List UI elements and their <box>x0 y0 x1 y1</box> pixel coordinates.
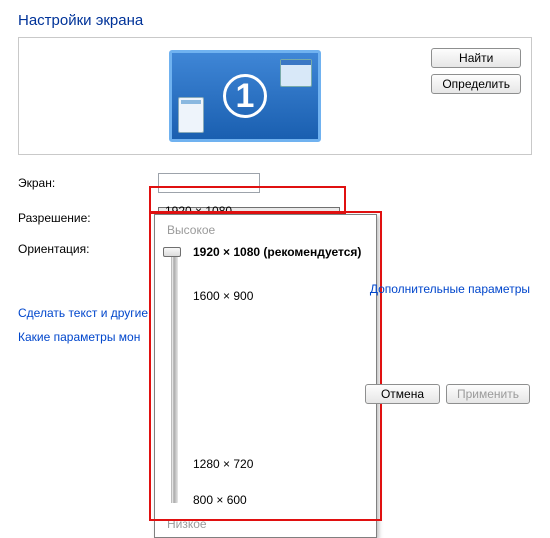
monitor-preview-1[interactable]: 1 <box>169 50 321 142</box>
identify-button[interactable]: Определить <box>431 74 521 94</box>
resolution-dropdown-panel: Высокое 1920 × 1080 (рекомендуется) 1600… <box>154 214 377 538</box>
resolution-option-1920[interactable]: 1920 × 1080 (рекомендуется) <box>193 245 361 259</box>
resolution-option-1600[interactable]: 1600 × 900 <box>193 289 253 303</box>
apply-button: Применить <box>446 384 530 404</box>
dropdown-high-label: Высокое <box>167 223 368 237</box>
orientation-label: Ориентация: <box>18 242 158 256</box>
slider-thumb[interactable] <box>163 247 181 257</box>
link-text-size[interactable]: Сделать текст и другие <box>18 306 148 320</box>
monitor-arrangement-box: 1 Найти Определить <box>18 37 532 155</box>
preview-taskbar-icon <box>178 97 204 133</box>
resolution-option-1280[interactable]: 1280 × 720 <box>193 457 253 471</box>
dropdown-low-label: Низкое <box>167 517 368 531</box>
screen-label: Экран: <box>18 176 158 190</box>
monitor-number: 1 <box>223 74 267 118</box>
link-which-params[interactable]: Какие параметры мон <box>18 330 140 344</box>
resolution-slider[interactable] <box>163 241 185 513</box>
cancel-button[interactable]: Отмена <box>365 384 440 404</box>
resolution-option-800[interactable]: 800 × 600 <box>193 493 247 507</box>
screen-input[interactable] <box>158 173 260 193</box>
link-advanced-params[interactable]: Дополнительные параметры <box>370 282 530 296</box>
preview-window-icon <box>280 59 312 87</box>
find-button[interactable]: Найти <box>431 48 521 68</box>
page-title: Настройки экрана <box>18 12 532 29</box>
resolution-label: Разрешение: <box>18 211 158 225</box>
